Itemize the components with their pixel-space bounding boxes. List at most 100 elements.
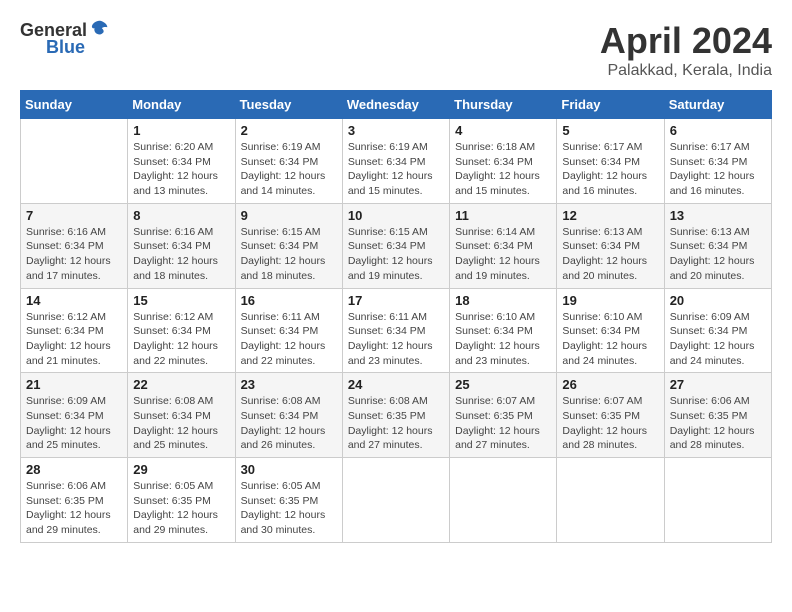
calendar-cell: 29Sunrise: 6:05 AM Sunset: 6:35 PM Dayli… bbox=[128, 458, 235, 543]
calendar-cell bbox=[557, 458, 664, 543]
day-info: Sunrise: 6:06 AM Sunset: 6:35 PM Dayligh… bbox=[26, 479, 122, 538]
column-header-thursday: Thursday bbox=[450, 91, 557, 119]
day-number: 27 bbox=[670, 377, 766, 392]
day-info: Sunrise: 6:11 AM Sunset: 6:34 PM Dayligh… bbox=[348, 310, 444, 369]
calendar-header-row: SundayMondayTuesdayWednesdayThursdayFrid… bbox=[21, 91, 772, 119]
calendar-cell: 10 Sunrise: 6:15 AM Sunset: 6:34 PM Dayli… bbox=[342, 203, 449, 288]
calendar-cell: 2Sunrise: 6:19 AM Sunset: 6:34 PM Daylig… bbox=[235, 119, 342, 204]
day-number: 20 bbox=[670, 293, 766, 308]
calendar-cell: 24Sunrise: 6:08 AM Sunset: 6:35 PM Dayli… bbox=[342, 373, 449, 458]
day-number: 26 bbox=[562, 377, 658, 392]
day-info: Sunrise: 6:09 AM Sunset: 6:34 PM Dayligh… bbox=[26, 394, 122, 453]
day-number: 15 bbox=[133, 293, 229, 308]
calendar-week-row: 28 Sunrise: 6:06 AM Sunset: 6:35 PM Dayli… bbox=[21, 458, 772, 543]
column-header-friday: Friday bbox=[557, 91, 664, 119]
day-info: Sunrise: 6:17 AM Sunset: 6:34 PM Dayligh… bbox=[562, 140, 658, 199]
day-number: 4 bbox=[455, 123, 551, 138]
day-info: Sunrise: 6:05 AM Sunset: 6:35 PM Dayligh… bbox=[133, 479, 229, 538]
logo: General Blue bbox=[20, 20, 111, 58]
column-header-wednesday: Wednesday bbox=[342, 91, 449, 119]
calendar-cell: 13 Sunrise: 6:13 AM Sunset: 6:34 PM Dayli… bbox=[664, 203, 771, 288]
calendar-cell: 16Sunrise: 6:11 AM Sunset: 6:34 PM Dayli… bbox=[235, 288, 342, 373]
calendar-table: SundayMondayTuesdayWednesdayThursdayFrid… bbox=[20, 90, 772, 543]
calendar-cell: 7Sunrise: 6:16 AM Sunset: 6:34 PM Daylig… bbox=[21, 203, 128, 288]
day-info: Sunrise: 6:19 AM Sunset: 6:34 PM Dayligh… bbox=[241, 140, 337, 199]
column-header-sunday: Sunday bbox=[21, 91, 128, 119]
location-subtitle: Palakkad, Kerala, India bbox=[600, 62, 772, 80]
calendar-cell: 11Sunrise: 6:14 AM Sunset: 6:34 PM Dayli… bbox=[450, 203, 557, 288]
calendar-week-row: 1 Sunrise: 6:20 AM Sunset: 6:34 PM Daylig… bbox=[21, 119, 772, 204]
day-number: 14 bbox=[26, 293, 122, 308]
day-number: 7 bbox=[26, 208, 122, 223]
logo-blue-text: Blue bbox=[46, 37, 85, 58]
day-info: Sunrise: 6:10 AM Sunset: 6:34 PM Dayligh… bbox=[562, 310, 658, 369]
calendar-cell: 6 Sunrise: 6:17 AM Sunset: 6:34 PM Daylig… bbox=[664, 119, 771, 204]
day-number: 1 bbox=[133, 123, 229, 138]
title-area: April 2024 Palakkad, Kerala, India bbox=[600, 20, 772, 80]
day-number: 22 bbox=[133, 377, 229, 392]
calendar-cell: 15Sunrise: 6:12 AM Sunset: 6:34 PM Dayli… bbox=[128, 288, 235, 373]
day-info: Sunrise: 6:13 AM Sunset: 6:34 PM Dayligh… bbox=[670, 225, 766, 284]
day-number: 3 bbox=[348, 123, 444, 138]
day-number: 9 bbox=[241, 208, 337, 223]
day-info: Sunrise: 6:08 AM Sunset: 6:34 PM Dayligh… bbox=[133, 394, 229, 453]
calendar-week-row: 14Sunrise: 6:12 AM Sunset: 6:34 PM Dayli… bbox=[21, 288, 772, 373]
calendar-cell: 8 Sunrise: 6:16 AM Sunset: 6:34 PM Daylig… bbox=[128, 203, 235, 288]
day-info: Sunrise: 6:15 AM Sunset: 6:34 PM Dayligh… bbox=[241, 225, 337, 284]
day-number: 30 bbox=[241, 462, 337, 477]
day-number: 17 bbox=[348, 293, 444, 308]
calendar-week-row: 7 Sunrise: 6:16 AM Sunset: 6:34 PM Daylig… bbox=[21, 203, 772, 288]
day-info: Sunrise: 6:15 AM Sunset: 6:34 PM Dayligh… bbox=[348, 225, 444, 284]
day-info: Sunrise: 6:16 AM Sunset: 6:34 PM Dayligh… bbox=[133, 225, 229, 284]
calendar-cell: 30 Sunrise: 6:05 AM Sunset: 6:35 PM Dayli… bbox=[235, 458, 342, 543]
calendar-cell: 12Sunrise: 6:13 AM Sunset: 6:34 PM Dayli… bbox=[557, 203, 664, 288]
calendar-cell: 4Sunrise: 6:18 AM Sunset: 6:34 PM Daylig… bbox=[450, 119, 557, 204]
calendar-cell: 14Sunrise: 6:12 AM Sunset: 6:34 PM Dayli… bbox=[21, 288, 128, 373]
day-number: 8 bbox=[133, 208, 229, 223]
day-number: 5 bbox=[562, 123, 658, 138]
calendar-cell: 22 Sunrise: 6:08 AM Sunset: 6:34 PM Dayli… bbox=[128, 373, 235, 458]
day-info: Sunrise: 6:20 AM Sunset: 6:34 PM Dayligh… bbox=[133, 140, 229, 199]
day-number: 23 bbox=[241, 377, 337, 392]
day-number: 16 bbox=[241, 293, 337, 308]
calendar-cell: 21 Sunrise: 6:09 AM Sunset: 6:34 PM Dayli… bbox=[21, 373, 128, 458]
calendar-cell: 19 Sunrise: 6:10 AM Sunset: 6:34 PM Dayli… bbox=[557, 288, 664, 373]
calendar-cell: 26Sunrise: 6:07 AM Sunset: 6:35 PM Dayli… bbox=[557, 373, 664, 458]
calendar-cell bbox=[342, 458, 449, 543]
day-number: 24 bbox=[348, 377, 444, 392]
day-info: Sunrise: 6:13 AM Sunset: 6:34 PM Dayligh… bbox=[562, 225, 658, 284]
day-info: Sunrise: 6:09 AM Sunset: 6:34 PM Dayligh… bbox=[670, 310, 766, 369]
day-number: 19 bbox=[562, 293, 658, 308]
day-info: Sunrise: 6:10 AM Sunset: 6:34 PM Dayligh… bbox=[455, 310, 551, 369]
column-header-monday: Monday bbox=[128, 91, 235, 119]
day-info: Sunrise: 6:17 AM Sunset: 6:34 PM Dayligh… bbox=[670, 140, 766, 199]
day-info: Sunrise: 6:05 AM Sunset: 6:35 PM Dayligh… bbox=[241, 479, 337, 538]
day-info: Sunrise: 6:19 AM Sunset: 6:34 PM Dayligh… bbox=[348, 140, 444, 199]
calendar-cell: 28 Sunrise: 6:06 AM Sunset: 6:35 PM Dayli… bbox=[21, 458, 128, 543]
calendar-cell bbox=[21, 119, 128, 204]
calendar-cell: 3 Sunrise: 6:19 AM Sunset: 6:34 PM Daylig… bbox=[342, 119, 449, 204]
month-year-title: April 2024 bbox=[600, 20, 772, 62]
column-header-tuesday: Tuesday bbox=[235, 91, 342, 119]
calendar-cell bbox=[664, 458, 771, 543]
day-number: 10 bbox=[348, 208, 444, 223]
day-number: 21 bbox=[26, 377, 122, 392]
calendar-week-row: 21 Sunrise: 6:09 AM Sunset: 6:34 PM Dayli… bbox=[21, 373, 772, 458]
calendar-cell: 17 Sunrise: 6:11 AM Sunset: 6:34 PM Dayli… bbox=[342, 288, 449, 373]
calendar-cell: 27 Sunrise: 6:06 AM Sunset: 6:35 PM Dayli… bbox=[664, 373, 771, 458]
calendar-cell: 5 Sunrise: 6:17 AM Sunset: 6:34 PM Daylig… bbox=[557, 119, 664, 204]
calendar-cell: 1 Sunrise: 6:20 AM Sunset: 6:34 PM Daylig… bbox=[128, 119, 235, 204]
day-number: 13 bbox=[670, 208, 766, 223]
calendar-cell: 18 Sunrise: 6:10 AM Sunset: 6:34 PM Dayli… bbox=[450, 288, 557, 373]
day-number: 6 bbox=[670, 123, 766, 138]
calendar-cell: 23 Sunrise: 6:08 AM Sunset: 6:34 PM Dayli… bbox=[235, 373, 342, 458]
day-info: Sunrise: 6:14 AM Sunset: 6:34 PM Dayligh… bbox=[455, 225, 551, 284]
header: General Blue April 2024 Palakkad, Kerala… bbox=[20, 20, 772, 80]
day-info: Sunrise: 6:06 AM Sunset: 6:35 PM Dayligh… bbox=[670, 394, 766, 453]
day-number: 25 bbox=[455, 377, 551, 392]
calendar-cell: 25Sunrise: 6:07 AM Sunset: 6:35 PM Dayli… bbox=[450, 373, 557, 458]
calendar-cell: 20 Sunrise: 6:09 AM Sunset: 6:34 PM Dayli… bbox=[664, 288, 771, 373]
day-number: 18 bbox=[455, 293, 551, 308]
day-info: Sunrise: 6:08 AM Sunset: 6:34 PM Dayligh… bbox=[241, 394, 337, 453]
day-number: 28 bbox=[26, 462, 122, 477]
